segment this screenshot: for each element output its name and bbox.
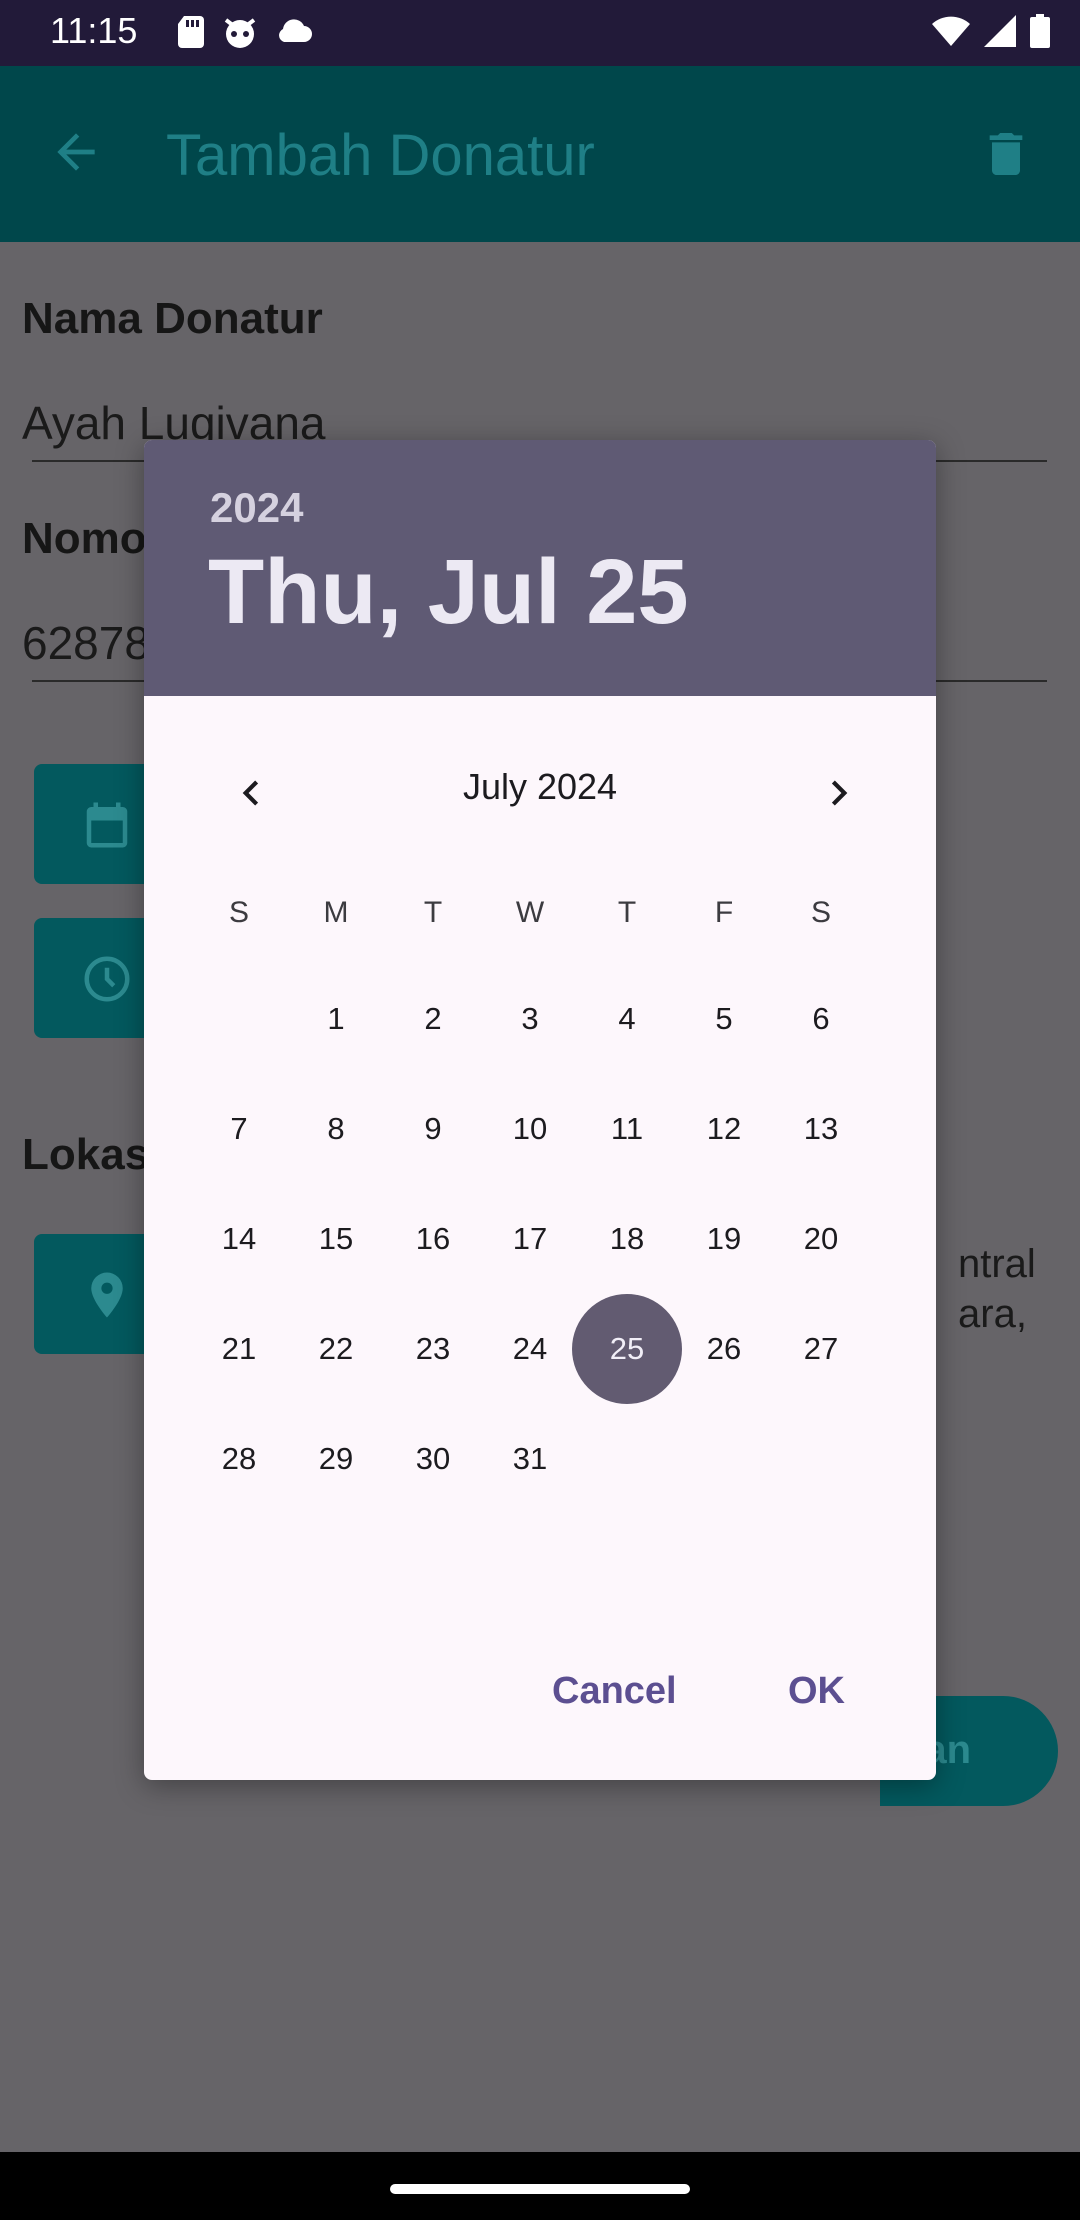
- app-bar: Tambah Donatur: [0, 66, 1080, 242]
- cancel-button[interactable]: Cancel: [552, 1670, 677, 1713]
- weekday-label: M: [323, 896, 349, 929]
- day-cell[interactable]: 19: [675, 1190, 773, 1288]
- chevron-right-icon[interactable]: [814, 768, 864, 818]
- day-cell[interactable]: 22: [287, 1300, 385, 1398]
- day-cell-selected[interactable]: 25: [572, 1294, 682, 1404]
- day-cell[interactable]: 15: [287, 1190, 385, 1288]
- weekday-label: T: [617, 896, 637, 929]
- day-cell[interactable]: 7: [190, 1080, 288, 1178]
- date-picker-dialog: 2024 Thu, Jul 25 July 2024 SMTWTFS 12345…: [144, 440, 936, 1780]
- day-cell[interactable]: 14: [190, 1190, 288, 1288]
- day-cell[interactable]: 31: [481, 1410, 579, 1508]
- clock-icon: [84, 956, 130, 1002]
- day-cell[interactable]: 1: [287, 970, 385, 1068]
- day-cell[interactable]: 8: [287, 1080, 385, 1178]
- day-cell[interactable]: 10: [481, 1080, 579, 1178]
- weekday-label: W: [515, 896, 545, 929]
- location-text-line-1: ntral: [958, 1242, 1036, 1286]
- location-text-line-2: ara,: [958, 1292, 1027, 1336]
- location-pin-icon: [91, 1272, 123, 1318]
- weekday-label: T: [423, 896, 443, 929]
- date-button[interactable]: [34, 764, 152, 884]
- cat-icon: [224, 18, 256, 48]
- selected-date-label: Thu, Jul 25: [208, 541, 689, 643]
- day-cell[interactable]: 12: [675, 1080, 773, 1178]
- status-time: 11:15: [50, 10, 138, 51]
- day-cell[interactable]: 16: [384, 1190, 482, 1288]
- day-cell[interactable]: 21: [190, 1300, 288, 1398]
- phone-label: Nomo: [22, 514, 147, 563]
- time-button[interactable]: [34, 918, 152, 1038]
- ok-button[interactable]: OK: [788, 1670, 845, 1713]
- weekday-label: S: [810, 896, 831, 929]
- navigation-bar: [0, 2152, 1080, 2220]
- year-label[interactable]: 2024: [210, 484, 303, 532]
- day-cell[interactable]: 5: [675, 970, 773, 1068]
- day-cell[interactable]: 23: [384, 1300, 482, 1398]
- weekday-label: S: [228, 896, 249, 929]
- day-cell[interactable]: 11: [578, 1080, 676, 1178]
- status-bar: 11:15: [0, 0, 1080, 66]
- day-cell[interactable]: 28: [190, 1410, 288, 1508]
- day-cell[interactable]: 4: [578, 970, 676, 1068]
- weekday-label: F: [714, 896, 734, 929]
- day-cell[interactable]: 17: [481, 1190, 579, 1288]
- day-cell[interactable]: 13: [772, 1080, 870, 1178]
- name-label: Nama Donatur: [22, 294, 323, 343]
- day-cell[interactable]: 6: [772, 970, 870, 1068]
- day-cell[interactable]: 20: [772, 1190, 870, 1288]
- date-picker-header: 2024 Thu, Jul 25: [144, 440, 936, 696]
- day-cell[interactable]: 27: [772, 1300, 870, 1398]
- wifi-icon: [932, 16, 970, 46]
- day-cell[interactable]: 3: [481, 970, 579, 1068]
- location-label: Lokas: [22, 1130, 150, 1179]
- signal-icon: [984, 15, 1016, 47]
- day-cell[interactable]: 30: [384, 1410, 482, 1508]
- page-title: Tambah Donatur: [166, 123, 595, 188]
- sd-card-icon: [178, 16, 204, 48]
- day-cell[interactable]: 2: [384, 970, 482, 1068]
- battery-icon: [1030, 14, 1050, 48]
- location-button[interactable]: [34, 1234, 152, 1354]
- day-cell[interactable]: 24: [481, 1300, 579, 1398]
- back-arrow-icon[interactable]: [48, 124, 104, 180]
- day-cell[interactable]: 29: [287, 1410, 385, 1508]
- calendar-icon: [86, 802, 128, 848]
- day-cell[interactable]: 26: [675, 1300, 773, 1398]
- home-handle[interactable]: [390, 2184, 690, 2194]
- day-cell[interactable]: 18: [578, 1190, 676, 1288]
- day-cell[interactable]: 9: [384, 1080, 482, 1178]
- cloud-icon: [279, 19, 312, 42]
- phone-field[interactable]: 62878: [22, 616, 150, 670]
- trash-icon[interactable]: [978, 124, 1034, 184]
